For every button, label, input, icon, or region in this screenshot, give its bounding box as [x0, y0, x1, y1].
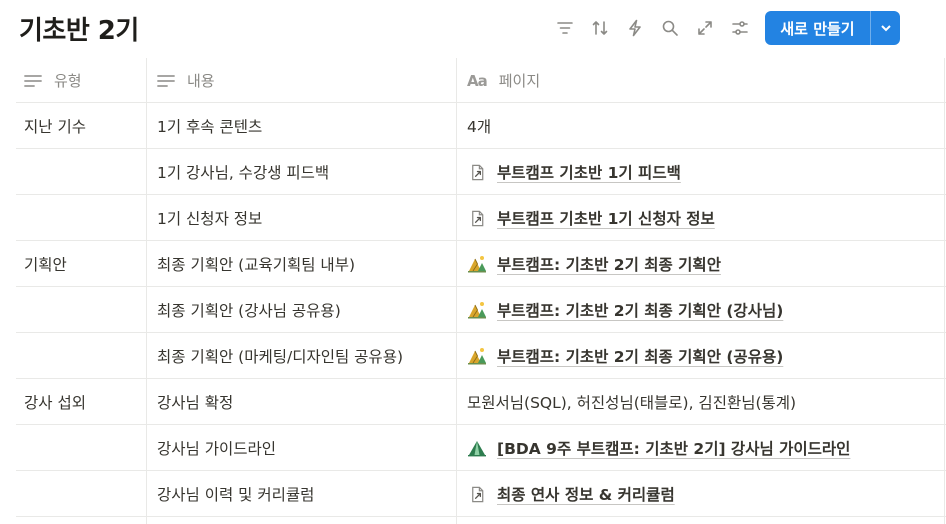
content-text: 최종 기획안 (마케팅/디자인팀 공유용)	[157, 348, 403, 366]
page-link-text[interactable]: 부트캠프: 기초반 2기 최종 기획안	[497, 253, 721, 275]
new-button[interactable]: 새로 만들기	[765, 11, 900, 45]
doc-link-icon	[467, 208, 487, 228]
type-text: 지난 기수	[24, 118, 86, 136]
page-cell[interactable]: 부트캠프: 기초반 2기 최종 기획안	[467, 241, 937, 287]
page-link[interactable]: [BDA 9주 부트캠프: 기초반 2기] 강사님 가이드라인	[467, 437, 850, 459]
type-cell[interactable]	[24, 195, 146, 241]
type-cell[interactable]	[24, 471, 146, 517]
page-title: 기초반 2기	[19, 16, 139, 46]
settings-icon[interactable]	[728, 16, 752, 40]
page-link[interactable]: 부트캠프 기초반 1기 신청자 정보	[467, 207, 715, 229]
table-row[interactable]: 1기 강사님, 수강생 피드백 부트캠프 기초반 1기 피드백	[16, 149, 946, 195]
table-row[interactable]: 강사님 이력 및 커리큘럼 최종 연사 정보 & 커리큘럼	[16, 471, 946, 517]
table-row[interactable]: 최종 기획안 (마케팅/디자인팀 공유용) 부트캠프: 기초반 2기 최종 기획안…	[16, 333, 946, 379]
column-header-label: 내용	[187, 72, 215, 90]
content-text: 강사님 이력 및 커리큘럼	[157, 486, 315, 504]
doc-link-icon	[467, 162, 487, 182]
new-button-label[interactable]: 새로 만들기	[765, 18, 870, 39]
content-cell[interactable]: 1기 신청자 정보	[157, 195, 457, 241]
table-row[interactable]: 강사님 가이드라인 [BDA 9주 부트캠프: 기초반 2기] 강사님 가이드라인	[16, 425, 946, 471]
page-link-text[interactable]: 부트캠프 기초반 1기 신청자 정보	[497, 207, 715, 229]
table-row[interactable]: 기획안 최종 기획안 (교육기획팀 내부) 부트캠프: 기초반 2기 최종 기획안	[16, 241, 946, 287]
page-cell[interactable]: [BDA 9주 부트캠프: 기초반 2기] 강사님 가이드라인	[467, 425, 937, 471]
camp-icon	[467, 254, 487, 274]
column-header-type[interactable]: 유형	[24, 58, 146, 103]
content-text: 최종 기획안 (강사님 공유용)	[157, 302, 341, 320]
page-cell[interactable]: 최종 연사 정보 & 커리큘럼	[467, 471, 937, 517]
camp-icon	[467, 300, 487, 320]
content-text: 1기 후속 콘텐츠	[157, 118, 263, 136]
page-cell[interactable]: 부트캠프: 기초반 2기 최종 기획안 (강사님)	[467, 287, 937, 333]
page-text: 모원서님(SQL), 허진성님(태블로), 김진환님(통계)	[467, 394, 797, 412]
content-cell[interactable]: 1기 강사님, 수강생 피드백	[157, 149, 457, 195]
content-cell[interactable]: 최종 기획안 (마케팅/디자인팀 공유용)	[157, 333, 457, 379]
content-text: 강사님 가이드라인	[157, 440, 277, 458]
camp-icon	[467, 346, 487, 366]
search-icon[interactable]	[658, 16, 682, 40]
page-cell[interactable]: 부트캠프: 기초반 2기 최종 기획안 (공유용)	[467, 333, 937, 379]
content-text: 최종 기획안 (교육기획팀 내부)	[157, 256, 355, 274]
page-link[interactable]: 최종 연사 정보 & 커리큘럼	[467, 483, 675, 505]
page-cell[interactable]: 부트캠프 기초반 1기 피드백	[467, 149, 937, 195]
page-link-text[interactable]: 부트캠프 기초반 1기 피드백	[497, 161, 681, 183]
page-link[interactable]: 부트캠프 기초반 1기 피드백	[467, 161, 681, 183]
type-cell[interactable]: 강사 섭외	[24, 379, 146, 425]
table-row[interactable]: 강사 섭외 강사님 확정 모원서님(SQL), 허진성님(태블로), 김진환님(통계…	[16, 379, 946, 425]
content-cell[interactable]: 1기 후속 콘텐츠	[157, 103, 457, 149]
type-cell[interactable]	[24, 287, 146, 333]
page-link-text[interactable]: 부트캠프: 기초반 2기 최종 기획안 (공유용)	[497, 345, 783, 367]
page-cell[interactable]: 4개	[467, 103, 937, 149]
type-cell[interactable]: 기획안	[24, 241, 146, 287]
page-text: 4개	[467, 118, 492, 136]
type-text: 강사 섭외	[24, 394, 86, 412]
page-link[interactable]: 부트캠프: 기초반 2기 최종 기획안	[467, 253, 721, 275]
content-cell[interactable]: 강사님 확정	[157, 379, 457, 425]
page-cell[interactable]: 부트캠프 기초반 1기 신청자 정보	[467, 195, 937, 241]
list-icon	[24, 74, 42, 87]
automation-icon[interactable]	[623, 16, 647, 40]
type-cell[interactable]	[24, 425, 146, 471]
column-header-label: 페이지	[498, 72, 541, 90]
type-cell[interactable]	[24, 149, 146, 195]
page-cell[interactable]: 모원서님(SQL), 허진성님(태블로), 김진환님(통계)	[467, 379, 937, 425]
column-header-content[interactable]: 내용	[157, 58, 457, 103]
content-text: 강사님 확정	[157, 394, 234, 412]
text-icon: Aa	[467, 71, 488, 90]
page-link[interactable]: 부트캠프: 기초반 2기 최종 기획안 (강사님)	[467, 299, 783, 321]
table-row[interactable]: 지난 기수 1기 후속 콘텐츠 4개	[16, 103, 946, 149]
page-link[interactable]: 부트캠프: 기초반 2기 최종 기획안 (공유용)	[467, 345, 783, 367]
table-row[interactable]: 1기 신청자 정보 부트캠프 기초반 1기 신청자 정보	[16, 195, 946, 241]
page-link-text[interactable]: 최종 연사 정보 & 커리큘럼	[497, 483, 675, 505]
content-text: 1기 신청자 정보	[157, 210, 263, 228]
chevron-down-icon[interactable]	[871, 22, 900, 34]
expand-icon[interactable]	[693, 16, 717, 40]
type-text: 기획안	[24, 256, 67, 274]
content-cell[interactable]: 강사님 가이드라인	[157, 425, 457, 471]
sort-icon[interactable]	[588, 16, 612, 40]
table-row[interactable]: 최종 기획안 (강사님 공유용) 부트캠프: 기초반 2기 최종 기획안 (강사님…	[16, 287, 946, 333]
column-header-label: 유형	[54, 72, 82, 90]
top-bar: 기초반 2기 새로 만들기	[0, 0, 946, 58]
page-link-text[interactable]: [BDA 9주 부트캠프: 기초반 2기] 강사님 가이드라인	[497, 437, 850, 459]
content-cell[interactable]: 강사님 이력 및 커리큘럼	[157, 471, 457, 517]
tent-icon	[467, 438, 487, 458]
list-icon	[157, 74, 175, 87]
filter-icon[interactable]	[553, 16, 577, 40]
content-cell[interactable]: 최종 기획안 (강사님 공유용)	[157, 287, 457, 333]
table-header: 유형 내용 Aa 페이지	[16, 58, 946, 103]
content-cell[interactable]: 최종 기획안 (교육기획팀 내부)	[157, 241, 457, 287]
type-cell[interactable]	[24, 333, 146, 379]
type-cell[interactable]: 지난 기수	[24, 103, 146, 149]
content-text: 1기 강사님, 수강생 피드백	[157, 164, 330, 182]
page-link-text[interactable]: 부트캠프: 기초반 2기 최종 기획안 (강사님)	[497, 299, 783, 321]
column-header-page[interactable]: Aa 페이지	[467, 58, 937, 103]
doc-link-icon	[467, 484, 487, 504]
